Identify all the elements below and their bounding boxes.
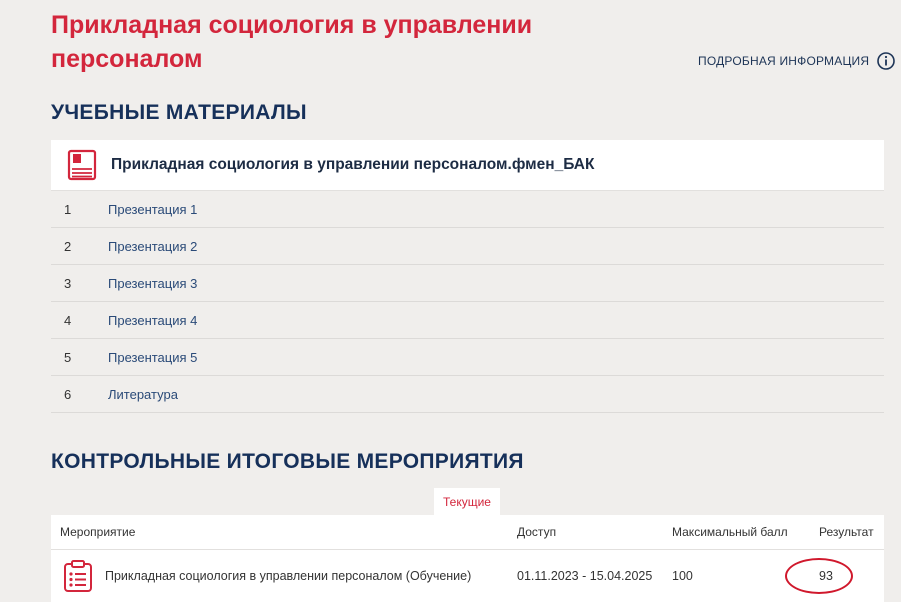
clipboard-icon bbox=[64, 560, 92, 592]
list-item-number: 2 bbox=[64, 238, 72, 254]
list-item-number: 1 bbox=[64, 201, 72, 217]
materials-book-header[interactable]: Прикладная социология в управлении персо… bbox=[51, 140, 884, 191]
event-name[interactable]: Прикладная социология в управлении персо… bbox=[105, 569, 471, 583]
list-item: 5 Презентация 5 bbox=[51, 339, 884, 376]
column-header-result: Результат bbox=[819, 525, 874, 539]
event-result: 93 bbox=[819, 569, 833, 583]
materials-book-title: Прикладная социология в управлении персо… bbox=[111, 156, 595, 173]
info-circle-icon bbox=[877, 52, 896, 70]
book-icon bbox=[67, 149, 97, 181]
table-header: Мероприятие Доступ Максимальный балл Рез… bbox=[51, 515, 884, 550]
materials-list: Прикладная социология в управлении персо… bbox=[51, 140, 884, 413]
material-link[interactable]: Презентация 3 bbox=[108, 276, 197, 291]
material-link[interactable]: Литература bbox=[108, 387, 178, 402]
list-item-number: 6 bbox=[64, 386, 72, 402]
tab-current[interactable]: Текущие bbox=[434, 488, 500, 515]
details-info-label: ПОДРОБНАЯ ИНФОРМАЦИЯ bbox=[698, 54, 870, 68]
material-link[interactable]: Презентация 1 bbox=[108, 202, 197, 217]
list-item-number: 4 bbox=[64, 312, 72, 328]
column-header-access: Доступ bbox=[517, 525, 557, 539]
event-access-dates: 01.11.2023 - 15.04.2025 bbox=[517, 569, 653, 583]
details-info-link[interactable]: ПОДРОБНАЯ ИНФОРМАЦИЯ bbox=[698, 52, 896, 70]
material-link[interactable]: Презентация 5 bbox=[108, 350, 197, 365]
column-header-event: Мероприятие bbox=[60, 525, 136, 539]
table-row[interactable]: Прикладная социология в управлении персо… bbox=[51, 550, 884, 602]
list-item-number: 3 bbox=[64, 275, 72, 291]
list-item: 2 Презентация 2 bbox=[51, 228, 884, 265]
materials-heading: УЧЕБНЫЕ МАТЕРИАЛЫ bbox=[51, 101, 307, 124]
event-max-score: 100 bbox=[672, 569, 693, 583]
final-events-heading: КОНТРОЛЬНЫЕ ИТОГОВЫЕ МЕРОПРИЯТИЯ bbox=[51, 450, 524, 473]
material-link[interactable]: Презентация 2 bbox=[108, 239, 197, 254]
list-item: 4 Презентация 4 bbox=[51, 302, 884, 339]
list-item: 6 Литература bbox=[51, 376, 884, 413]
material-link[interactable]: Презентация 4 bbox=[108, 313, 197, 328]
column-header-max-score: Максимальный балл bbox=[672, 525, 788, 539]
events-table: Мероприятие Доступ Максимальный балл Рез… bbox=[51, 515, 884, 602]
list-item: 3 Презентация 3 bbox=[51, 265, 884, 302]
list-item: 1 Презентация 1 bbox=[51, 191, 884, 228]
course-title: Прикладная социология в управлении персо… bbox=[51, 11, 533, 73]
list-item-number: 5 bbox=[64, 349, 72, 365]
